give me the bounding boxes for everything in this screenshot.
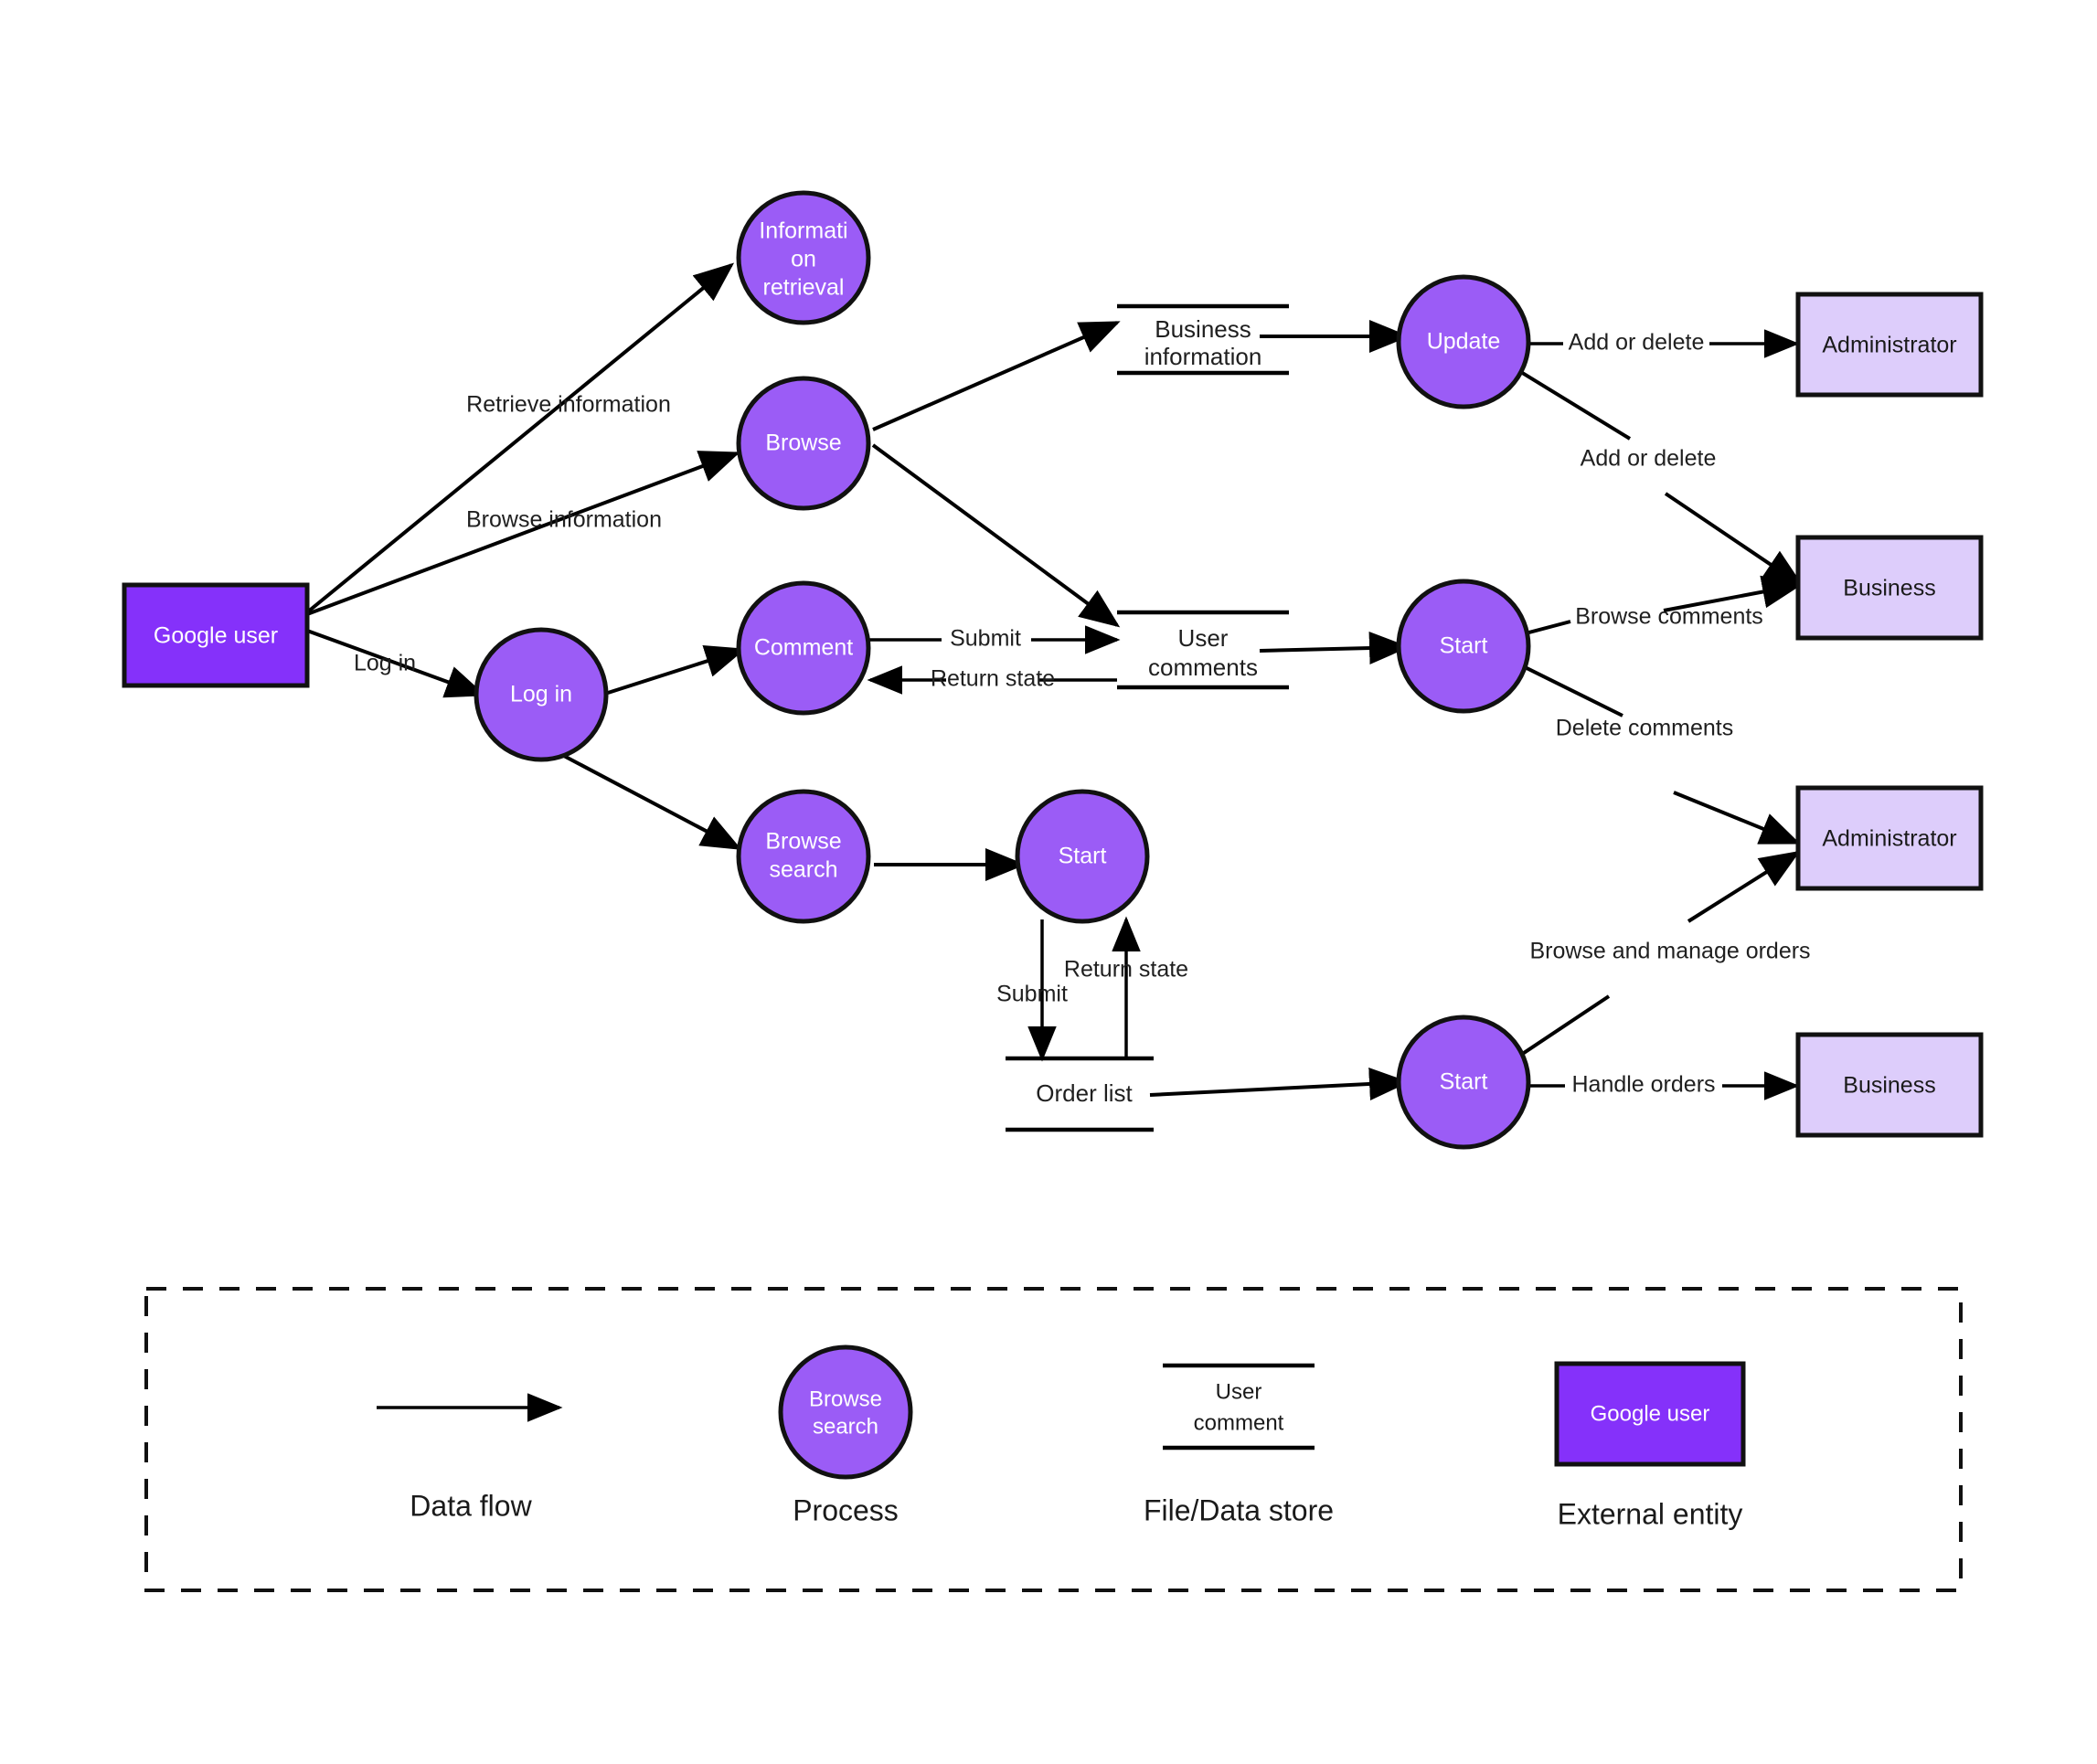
flow-browse-information <box>306 451 740 616</box>
flow-label-search-return-state: Return state <box>1064 957 1188 983</box>
process-label: Log in <box>510 682 572 707</box>
flow-login-to-browse-search <box>561 753 742 850</box>
process-update[interactable]: Update <box>1396 274 1531 409</box>
flow-browse-to-user-comments <box>871 443 1121 628</box>
process-label-line2: search <box>769 857 837 883</box>
flow-label-log-in: Log in <box>354 651 416 676</box>
legend-store-sample-line2: comment <box>1194 1410 1284 1435</box>
flow-label-delete-comments: Delete comments <box>1556 716 1734 741</box>
flow-label-browse-manage-orders: Browse and manage orders <box>1529 939 1810 964</box>
data-store-label: Order list <box>1036 1079 1133 1107</box>
data-store-order-list[interactable]: Order list <box>1006 1056 1154 1132</box>
legend-item-file-data-store: User comment File/Data store <box>1144 1363 1334 1526</box>
flow-label-browse-information: Browse information <box>466 507 662 533</box>
flow-login-to-comment <box>607 645 746 695</box>
legend-item-data-flow: Data flow <box>377 1393 563 1522</box>
data-store-label-line2: information <box>1144 343 1262 370</box>
process-start-comments[interactable]: Start <box>1396 579 1531 714</box>
flow-user-comments-to-start <box>1259 632 1410 664</box>
process-label: Start <box>1440 633 1488 659</box>
process-information-retrieval[interactable]: Informati on retrieval <box>736 190 871 325</box>
legend-entity-sample-label: Google user <box>1591 1401 1710 1426</box>
data-store-business-information[interactable]: Business information <box>1117 303 1289 376</box>
legend-caption-process: Process <box>793 1493 899 1526</box>
data-store-label-line2: comments <box>1148 654 1258 681</box>
process-label: Browse <box>765 430 841 456</box>
process-label-line2: on <box>791 247 816 272</box>
flow-label-search-submit: Submit <box>996 982 1068 1007</box>
process-label: Start <box>1440 1069 1488 1095</box>
flow-browse-manage-orders-b <box>1687 850 1801 923</box>
external-entity-business-top[interactable]: Business <box>1795 535 1984 641</box>
flow-delete-comments-b <box>1673 791 1801 845</box>
legend-process-sample-line1: Browse <box>809 1387 882 1411</box>
process-comment[interactable]: Comment <box>736 580 871 716</box>
legend-process-sample-line2: search <box>813 1414 878 1439</box>
process-label: Comment <box>754 635 853 661</box>
legend-item-external-entity: Google user External entity <box>1554 1361 1746 1530</box>
flow-label-handle-orders: Handle orders <box>1571 1072 1715 1098</box>
flow-label-comment-submit: Submit <box>950 626 1021 652</box>
external-entity-google-user[interactable]: Google user <box>122 582 310 688</box>
diagram-canvas: Business information User comments Order… <box>0 0 2097 1764</box>
process-label-line3: retrieval <box>763 275 845 301</box>
process-browse[interactable]: Browse <box>736 376 871 511</box>
flow-label-comment-return-state: Return state <box>931 666 1055 692</box>
external-entity-administrator-top[interactable]: Administrator <box>1795 292 1984 398</box>
data-store-label: Business <box>1155 315 1251 343</box>
legend-store-sample-line1: User <box>1216 1379 1262 1404</box>
flow-label-retrieve-information: Retrieve information <box>466 392 671 418</box>
flow-label-browse-comments: Browse comments <box>1575 604 1763 630</box>
legend-caption-data-flow: Data flow <box>410 1489 532 1522</box>
legend-caption-file-data-store: File/Data store <box>1144 1493 1334 1526</box>
legend-item-process: Browse search Process <box>778 1344 913 1526</box>
flow-label-update-add-delete-business: Add or delete <box>1581 446 1717 472</box>
entity-label: Administrator <box>1822 826 1956 852</box>
legend-caption-external-entity: External entity <box>1558 1497 1743 1530</box>
entity-label: Business <box>1843 576 1935 601</box>
process-label: Start <box>1059 844 1107 869</box>
flow-browse-to-business-information <box>872 321 1121 431</box>
process-browse-search[interactable]: Browse search <box>736 789 871 924</box>
entity-label: Administrator <box>1822 333 1956 358</box>
process-start-orders[interactable]: Start <box>1396 1015 1531 1150</box>
process-label: Update <box>1427 329 1501 355</box>
process-log-in[interactable]: Log in <box>474 627 609 762</box>
flow-order-list-to-start <box>1149 1068 1410 1100</box>
process-label-line1: Browse <box>765 829 841 855</box>
legend-process-icon <box>778 1344 913 1480</box>
data-store-label: User <box>1178 624 1229 652</box>
entity-label: Google user <box>154 623 278 649</box>
external-entity-administrator-bottom[interactable]: Administrator <box>1795 785 1984 891</box>
flow-retrieve-information <box>305 262 735 614</box>
dfd-svg: Business information User comments Order… <box>122 190 1984 1592</box>
flow-label-update-add-delete-admin: Add or delete <box>1569 330 1705 356</box>
external-entity-business-bottom[interactable]: Business <box>1795 1032 1984 1138</box>
legend: Data flow Browse search Process User com… <box>144 1287 1963 1592</box>
process-start-search[interactable]: Start <box>1015 789 1150 924</box>
flow-update-add-delete-business-b <box>1664 492 1804 588</box>
process-label-line1: Informati <box>759 218 847 244</box>
entity-label: Business <box>1843 1073 1935 1099</box>
